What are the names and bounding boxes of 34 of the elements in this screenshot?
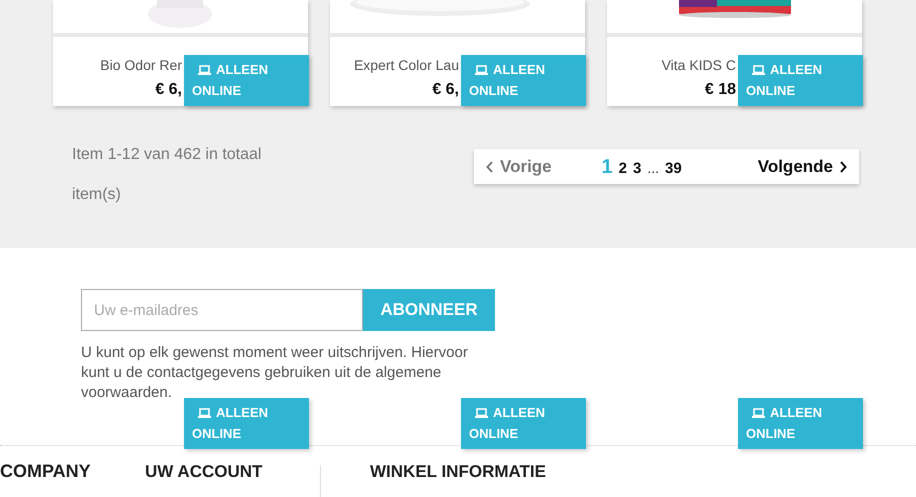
online-only-badge: ALLEEN ONLINE	[738, 55, 863, 106]
footer-heading: WINKEL INFORMATIE	[370, 460, 546, 483]
laptop-icon	[752, 408, 765, 418]
laptop-icon	[752, 65, 765, 75]
footer-heading: COMPANY	[0, 460, 92, 483]
footer-heading: UW ACCOUNT	[145, 460, 264, 483]
laptop-icon	[198, 408, 211, 418]
ellipsis: ...	[647, 158, 659, 178]
online-only-badge: ALLEEN ONLINE	[184, 398, 309, 449]
product-name[interactable]: Expert Color Lau	[354, 56, 459, 74]
product-name[interactable]: Vita KIDS C	[662, 56, 736, 74]
chevron-right-icon	[839, 160, 847, 172]
product-price: € 6,	[155, 80, 182, 100]
page-link[interactable]: 2	[618, 158, 627, 180]
laptop-icon	[198, 65, 211, 75]
laptop-icon	[475, 65, 488, 75]
online-only-badge: ALLEEN ONLINE	[461, 398, 586, 449]
product-card[interactable]: Bio Odor Rer € 6, ALLEEN ONLINE	[53, 0, 308, 106]
next-link[interactable]: Volgende	[758, 154, 847, 180]
previous-link[interactable]: Vorige	[486, 154, 602, 180]
product-card[interactable]: Expert Color Lau € 6, ALLEEN ONLINE	[330, 0, 585, 106]
online-only-badge: ALLEEN ONLINE	[184, 55, 309, 106]
email-field[interactable]: Uw e-mailadres	[81, 289, 363, 331]
product-price: € 18	[704, 80, 736, 100]
item-count-text: Item 1-12 van 462 in totaal item(s)	[72, 145, 262, 205]
page-link[interactable]: 39	[665, 158, 682, 180]
laptop-icon	[475, 408, 488, 418]
product-name[interactable]: Bio Odor Rer	[100, 56, 182, 74]
online-only-badge: ALLEEN ONLINE	[461, 55, 586, 106]
online-only-badge: ALLEEN ONLINE	[738, 398, 863, 449]
page-link[interactable]: 3	[632, 158, 642, 180]
product-card[interactable]: Vita KIDS C € 18 ALLEEN ONLINE	[607, 0, 862, 106]
chevron-left-icon	[486, 160, 494, 172]
product-price: € 6,	[432, 80, 459, 100]
